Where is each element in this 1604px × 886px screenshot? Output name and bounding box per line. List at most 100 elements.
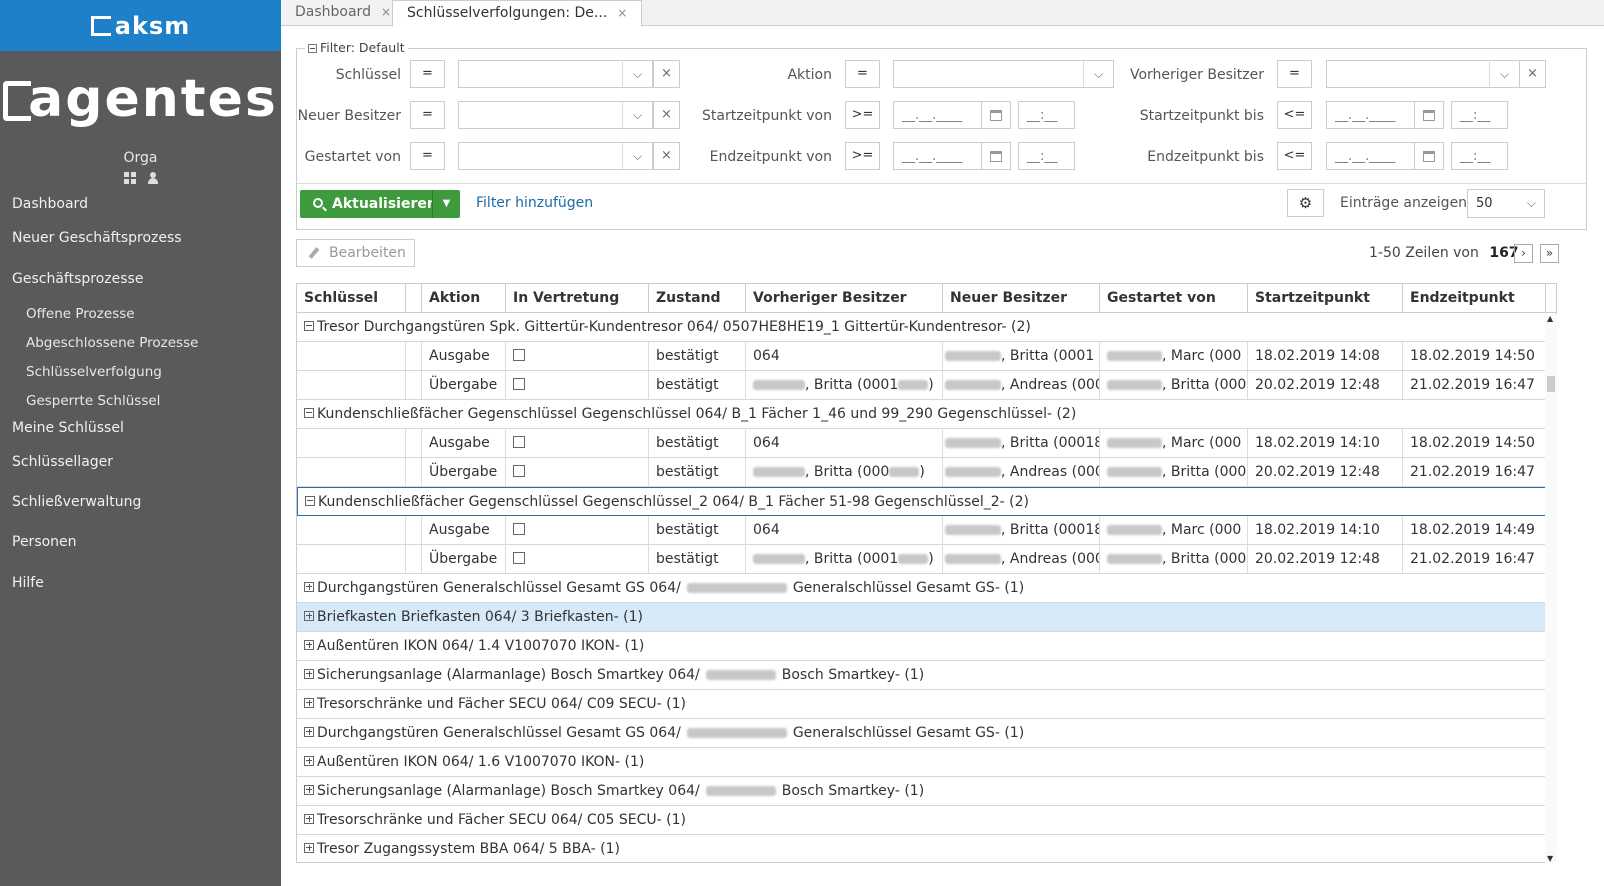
filter-legend[interactable]: Filter: Default: [305, 40, 408, 55]
settings-button[interactable]: ⚙: [1287, 189, 1324, 217]
clear-neuer-button[interactable]: ×: [653, 101, 680, 129]
expand-icon[interactable]: [304, 843, 314, 853]
calendar-icon[interactable]: [1415, 142, 1444, 170]
group-row[interactable]: Kundenschließfächer Gegenschlüssel Gegen…: [297, 400, 1556, 429]
tab-schluesselverfolgungen[interactable]: Schlüsselverfolgungen: De... ×: [392, 0, 643, 27]
vertretung-checkbox[interactable]: [513, 436, 525, 448]
col-vorheriger-besitzer[interactable]: Vorheriger Besitzer: [746, 284, 943, 313]
group-row[interactable]: Durchgangstüren Generalschlüssel Gesamt …: [297, 574, 1556, 603]
expand-icon[interactable]: [304, 611, 314, 621]
entries-select[interactable]: 50 ⌵: [1467, 189, 1545, 218]
date-startvon-input[interactable]: __.__.____: [893, 101, 982, 129]
close-icon[interactable]: ×: [381, 5, 391, 19]
group-row[interactable]: Tresor Durchgangstüren Spk. Gittertür-Ku…: [297, 313, 1556, 342]
time-endvon-input[interactable]: __:__: [1018, 142, 1075, 170]
user-icon[interactable]: [147, 172, 158, 184]
op-startbis[interactable]: <=: [1277, 101, 1312, 129]
col-zustand[interactable]: Zustand: [649, 284, 746, 313]
date-endbis-input[interactable]: __.__.____: [1326, 142, 1415, 170]
nav-schluessellager[interactable]: Schlüssellager: [12, 454, 113, 470]
select-vorheriger-besitzer[interactable]: ⌵: [1326, 60, 1520, 88]
table-row[interactable]: Übergabe bestätigt, Britta (000), Andreas…: [297, 458, 1556, 487]
col-gestartet-von[interactable]: Gestartet von: [1100, 284, 1248, 313]
col-endzeitpunkt[interactable]: Endzeitpunkt: [1403, 284, 1546, 313]
calendar-icon[interactable]: [982, 101, 1011, 129]
group-row[interactable]: Durchgangstüren Generalschlüssel Gesamt …: [297, 719, 1556, 748]
nav-neuer-geschaeftsprozess[interactable]: Neuer Geschäftsprozess: [12, 230, 182, 246]
clear-gestartet-button[interactable]: ×: [653, 142, 680, 170]
expand-icon[interactable]: [304, 698, 314, 708]
group-row[interactable]: Sicherungsanlage (Alarmanlage) Bosch Sma…: [297, 777, 1556, 806]
table-row[interactable]: Ausgabe bestätigt 064 , Britta (000186 , Mar…: [297, 516, 1556, 545]
collapse-icon[interactable]: [305, 496, 315, 506]
nav-schliessverwaltung[interactable]: Schließverwaltung: [12, 494, 141, 510]
col-startzeitpunkt[interactable]: Startzeitpunkt: [1248, 284, 1403, 313]
group-row[interactable]: Tresorschränke und Fächer SECU 064/ C09 …: [297, 690, 1556, 719]
vertretung-checkbox[interactable]: [513, 552, 525, 564]
group-row[interactable]: Außentüren IKON 064/ 1.4 V1007070 IKON- …: [297, 632, 1556, 661]
expand-icon[interactable]: [304, 669, 314, 679]
scroll-down-icon[interactable]: ▼: [1547, 854, 1553, 863]
expand-icon[interactable]: [304, 582, 314, 592]
table-scrollbar[interactable]: ▲ ▼: [1545, 314, 1557, 863]
nav-geschaeftsprozesse[interactable]: Geschäftsprozesse: [12, 271, 143, 287]
select-aktion[interactable]: ⌵: [893, 60, 1114, 88]
op-endbis[interactable]: <=: [1277, 142, 1312, 170]
group-row[interactable]: Tresor Zugangssystem BBA 064/ 5 BBA- (1): [297, 835, 1556, 862]
select-gestartet-von[interactable]: ⌵: [458, 142, 653, 170]
nav-meine-schluessel[interactable]: Meine Schlüssel: [12, 420, 124, 436]
nav-hilfe[interactable]: Hilfe: [12, 575, 44, 591]
vertretung-checkbox[interactable]: [513, 349, 525, 361]
col-neuer-besitzer[interactable]: Neuer Besitzer: [943, 284, 1100, 313]
table-row[interactable]: Übergabe bestätigt, Britta (0001), Andrea…: [297, 371, 1556, 400]
op-vorheriger[interactable]: =: [1277, 60, 1312, 88]
group-row[interactable]: Kundenschließfächer Gegenschlüssel Gegen…: [297, 487, 1556, 516]
group-row[interactable]: Briefkasten Briefkasten 064/ 3 Briefkast…: [297, 603, 1556, 632]
nav-dashboard[interactable]: Dashboard: [12, 196, 88, 212]
col-aktion[interactable]: Aktion: [422, 284, 506, 313]
nav-abgeschlossene-prozesse[interactable]: Abgeschlossene Prozesse: [26, 335, 198, 351]
col-in-vertretung[interactable]: In Vertretung: [506, 284, 649, 313]
calendar-icon[interactable]: [1415, 101, 1444, 129]
table-row[interactable]: Übergabe bestätigt, Britta (0001), Andrea…: [297, 545, 1556, 574]
add-filter-link[interactable]: Filter hinzufügen: [476, 195, 593, 211]
op-endvon[interactable]: >=: [845, 142, 880, 170]
collapse-icon[interactable]: [304, 408, 314, 418]
collapse-icon[interactable]: [304, 321, 314, 331]
expand-icon[interactable]: [304, 785, 314, 795]
last-page-button[interactable]: »: [1540, 244, 1559, 263]
group-row[interactable]: Sicherungsanlage (Alarmanlage) Bosch Sma…: [297, 661, 1556, 690]
calendar-icon[interactable]: [982, 142, 1011, 170]
vertretung-checkbox[interactable]: [513, 465, 525, 477]
scroll-up-icon[interactable]: ▲: [1547, 314, 1553, 323]
nav-offene-prozesse[interactable]: Offene Prozesse: [26, 306, 135, 322]
scroll-thumb[interactable]: [1547, 376, 1555, 392]
op-gestartet[interactable]: =: [410, 142, 445, 170]
time-startbis-input[interactable]: __:__: [1451, 101, 1508, 129]
op-schluessel[interactable]: =: [410, 60, 445, 88]
nav-gesperrte-schluessel[interactable]: Gesperrte Schlüssel: [26, 393, 160, 409]
time-startvon-input[interactable]: __:__: [1018, 101, 1075, 129]
op-aktion[interactable]: =: [845, 60, 880, 88]
time-endbis-input[interactable]: __:__: [1451, 142, 1508, 170]
next-page-button[interactable]: ›: [1514, 244, 1533, 263]
group-row[interactable]: Tresorschränke und Fächer SECU 064/ C05 …: [297, 806, 1556, 835]
clear-vorheriger-button[interactable]: ×: [1519, 60, 1546, 88]
op-startvon[interactable]: >=: [845, 101, 880, 129]
table-row[interactable]: Ausgabe bestätigt 064 , Britta (0001 , Marc …: [297, 342, 1556, 371]
col-schluessel[interactable]: Schlüssel: [297, 284, 406, 313]
close-icon[interactable]: ×: [617, 6, 627, 20]
vertretung-checkbox[interactable]: [513, 378, 525, 390]
nav-schluesselverfolgung[interactable]: Schlüsselverfolgung: [26, 364, 162, 380]
date-startbis-input[interactable]: __.__.____: [1326, 101, 1415, 129]
nav-personen[interactable]: Personen: [12, 534, 77, 550]
clear-schluessel-button[interactable]: ×: [653, 60, 680, 88]
select-schluessel[interactable]: ⌵: [458, 60, 653, 88]
refresh-dropdown-button[interactable]: ▼: [432, 190, 460, 218]
refresh-button[interactable]: Aktualisieren: [300, 190, 437, 218]
op-neuer[interactable]: =: [410, 101, 445, 129]
expand-icon[interactable]: [304, 640, 314, 650]
tab-dashboard[interactable]: Dashboard ×: [281, 0, 407, 26]
table-row[interactable]: Ausgabe bestätigt 064 , Britta (000186 , Mar…: [297, 429, 1556, 458]
brand-bar[interactable]: aksm: [0, 0, 281, 51]
